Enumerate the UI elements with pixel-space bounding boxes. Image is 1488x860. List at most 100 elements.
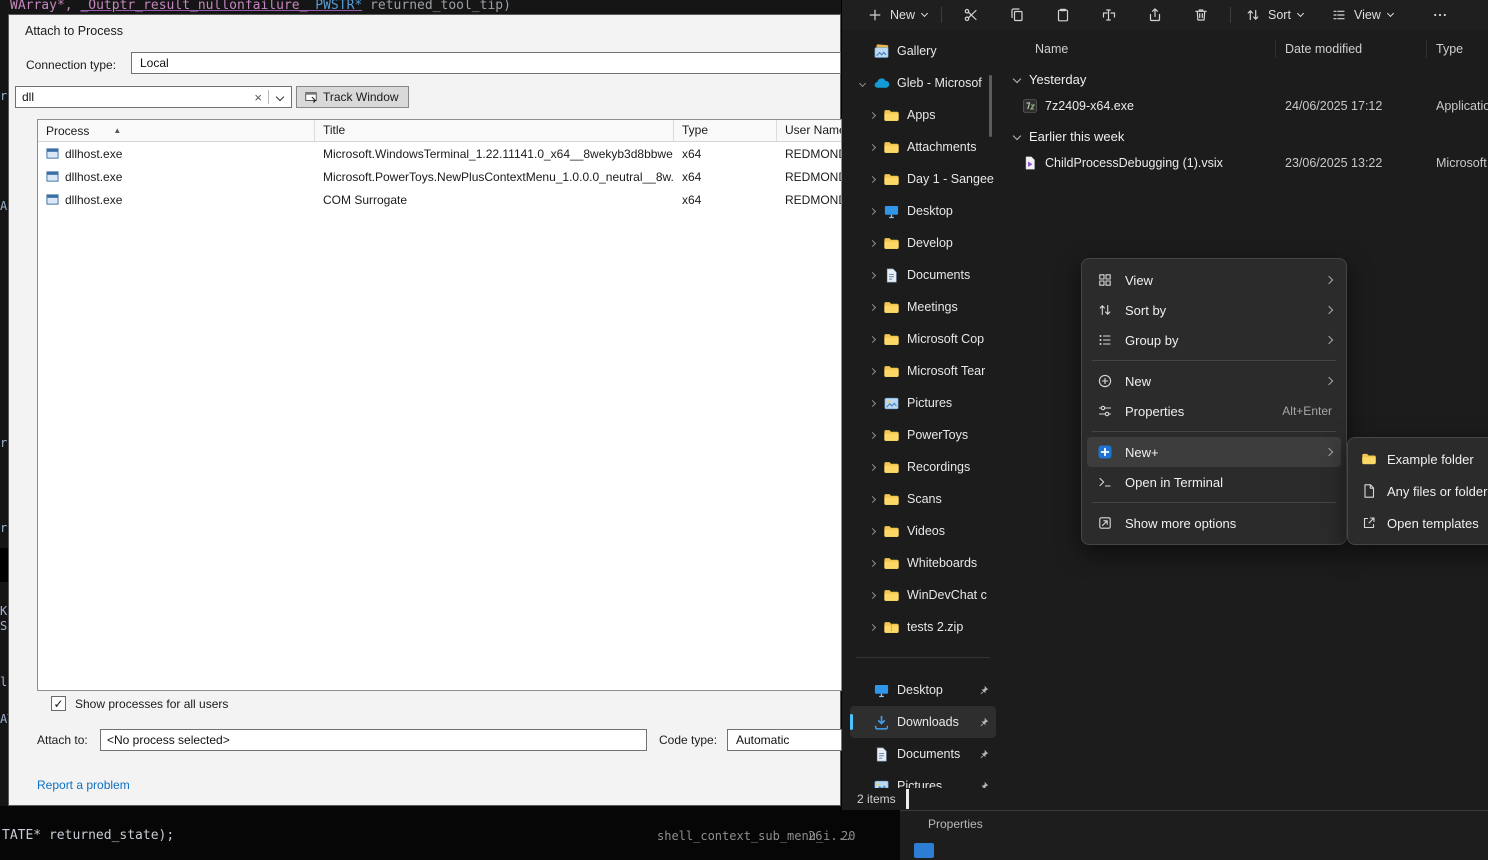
paste-button[interactable]	[1040, 3, 1086, 27]
pin-icon	[977, 780, 990, 789]
track-window-button[interactable]: Track Window	[296, 86, 409, 108]
sidebar-item-videos[interactable]: Videos	[850, 515, 996, 547]
chevron-right-icon[interactable]	[868, 305, 876, 310]
group-header-earlier-this-week[interactable]: Earlier this week	[1002, 123, 1488, 149]
chevron-right-icon[interactable]	[868, 113, 876, 118]
column-header-process[interactable]: Process ▲	[38, 120, 315, 141]
column-header-date-modified[interactable]: Date modified	[1275, 40, 1426, 58]
sidebar-item-desktop[interactable]: Desktop	[850, 195, 996, 227]
pin-icon	[977, 748, 990, 761]
sidebar-item-pictures[interactable]: Pictures	[850, 387, 996, 419]
sidebar-scrollbar[interactable]	[989, 75, 992, 137]
application-window-icon	[46, 147, 59, 160]
sidebar-item-microsoft-tear[interactable]: Microsoft Tear	[850, 355, 996, 387]
sidebar-item-apps[interactable]: Apps	[850, 99, 996, 131]
group-by-icon	[1097, 332, 1113, 348]
sidebar-item-day1[interactable]: Day 1 - Sangee	[850, 163, 996, 195]
chevron-down-icon	[1297, 10, 1304, 17]
menu-item-show-more-options[interactable]: Show more options	[1087, 508, 1341, 538]
sidebar-item-gallery[interactable]: Gallery	[850, 35, 996, 67]
column-header-name[interactable]: Name	[1002, 42, 1275, 56]
new-button[interactable]: New	[859, 3, 935, 27]
filter-dropdown-icon[interactable]	[269, 94, 291, 100]
file-row[interactable]: ChildProcessDebugging (1).vsix 23/06/202…	[1002, 149, 1488, 176]
chevron-right-icon[interactable]	[868, 625, 876, 630]
chevron-down-icon[interactable]	[858, 81, 866, 86]
sidebar-item-onedrive[interactable]: Gleb - Microsof	[850, 67, 996, 99]
attach-to-label: Attach to:	[37, 733, 88, 747]
copy-button[interactable]	[994, 3, 1040, 27]
code-type-select[interactable]: Automatic	[727, 729, 842, 751]
sidebar-item-whiteboards[interactable]: Whiteboards	[850, 547, 996, 579]
sidebar-item-develop[interactable]: Develop	[850, 227, 996, 259]
chevron-right-icon[interactable]	[868, 177, 876, 182]
menu-item-open-in-terminal[interactable]: Open in Terminal	[1087, 467, 1341, 497]
chevron-right-icon[interactable]	[868, 593, 876, 598]
chevron-right-icon[interactable]	[868, 401, 876, 406]
sidebar-item-tests-zip[interactable]: tests 2.zip	[850, 611, 996, 643]
group-header-yesterday[interactable]: Yesterday	[1002, 66, 1488, 92]
sidebar-item-recordings[interactable]: Recordings	[850, 451, 996, 483]
chevron-down-icon	[1013, 75, 1021, 83]
process-row[interactable]: dllhost.exe Microsoft.PowerToys.NewPlusC…	[38, 165, 841, 188]
submenu-item-open-templates[interactable]: Open templates	[1353, 507, 1488, 539]
menu-item-new-plus[interactable]: New+	[1087, 437, 1341, 467]
chevron-right-icon[interactable]	[868, 561, 876, 566]
column-header-type[interactable]: Type	[674, 120, 777, 141]
sidebar-separator	[856, 657, 990, 658]
sidebar-item-documents[interactable]: Documents	[850, 259, 996, 291]
menu-item-sort-by[interactable]: Sort by	[1087, 295, 1341, 325]
chevron-right-icon[interactable]	[868, 497, 876, 502]
chevron-right-icon[interactable]	[868, 337, 876, 342]
column-header-title[interactable]: Title	[315, 120, 674, 141]
process-row[interactable]: dllhost.exe Microsoft.WindowsTerminal_1.…	[38, 142, 841, 165]
view-button[interactable]: View	[1323, 3, 1401, 27]
pinned-item-documents[interactable]: Documents	[850, 738, 996, 770]
attach-to-input[interactable]	[100, 729, 647, 751]
sidebar-item-attachments[interactable]: Attachments	[850, 131, 996, 163]
sidebar-item-meetings[interactable]: Meetings	[850, 291, 996, 323]
delete-button[interactable]	[1178, 3, 1224, 27]
process-filter-input[interactable]	[16, 90, 248, 104]
chevron-right-icon[interactable]	[868, 369, 876, 374]
menu-item-view[interactable]: View	[1087, 265, 1341, 295]
chevron-right-icon[interactable]	[868, 529, 876, 534]
pinned-item-downloads[interactable]: Downloads	[850, 706, 996, 738]
pinned-item-desktop[interactable]: Desktop	[850, 674, 996, 706]
folder-icon	[883, 491, 900, 508]
pinned-item-pictures[interactable]: Pictures	[850, 770, 996, 788]
sidebar-item-microsoft-cop[interactable]: Microsoft Cop	[850, 323, 996, 355]
report-problem-link[interactable]: Report a problem	[37, 778, 130, 792]
folder-icon	[883, 587, 900, 604]
column-header-type[interactable]: Type	[1426, 40, 1488, 58]
menu-item-properties[interactable]: Properties Alt+Enter	[1087, 396, 1341, 426]
chevron-right-icon[interactable]	[868, 209, 876, 214]
status-bar-divider	[906, 789, 909, 809]
share-button[interactable]	[1132, 3, 1178, 27]
menu-item-group-by[interactable]: Group by	[1087, 325, 1341, 355]
sidebar-item-scans[interactable]: Scans	[850, 483, 996, 515]
more-options-button[interactable]	[1417, 3, 1463, 27]
sidebar-item-powertoys[interactable]: PowerToys	[850, 419, 996, 451]
folder-icon	[883, 363, 900, 380]
show-all-users-label: Show processes for all users	[75, 697, 228, 711]
chevron-right-icon[interactable]	[868, 273, 876, 278]
submenu-item-any-files[interactable]: Any files or folder	[1353, 475, 1488, 507]
column-header-user[interactable]: User Name	[777, 120, 841, 141]
chevron-right-icon[interactable]	[868, 145, 876, 150]
chevron-right-icon[interactable]	[868, 241, 876, 246]
show-all-users-checkbox[interactable]: ✓	[51, 696, 66, 711]
connection-type-select[interactable]: Local	[131, 52, 841, 74]
rename-button[interactable]	[1086, 3, 1132, 27]
sort-button[interactable]: Sort	[1237, 3, 1311, 27]
clear-filter-icon[interactable]: ×	[248, 90, 268, 105]
file-row[interactable]: 7z2409-x64.exe 24/06/2025 17:12 Applicat…	[1002, 92, 1488, 119]
sidebar-item-windevchat[interactable]: WinDevChat c	[850, 579, 996, 611]
cut-button[interactable]	[948, 3, 994, 27]
chevron-right-icon[interactable]	[868, 433, 876, 438]
chevron-right-icon[interactable]	[868, 465, 876, 470]
submenu-item-example-folder[interactable]: Example folder	[1353, 443, 1488, 475]
process-row[interactable]: dllhost.exe COM Surrogate x64 REDMOND	[38, 188, 841, 211]
chevron-down-icon	[1013, 132, 1021, 140]
menu-item-new[interactable]: New	[1087, 366, 1341, 396]
